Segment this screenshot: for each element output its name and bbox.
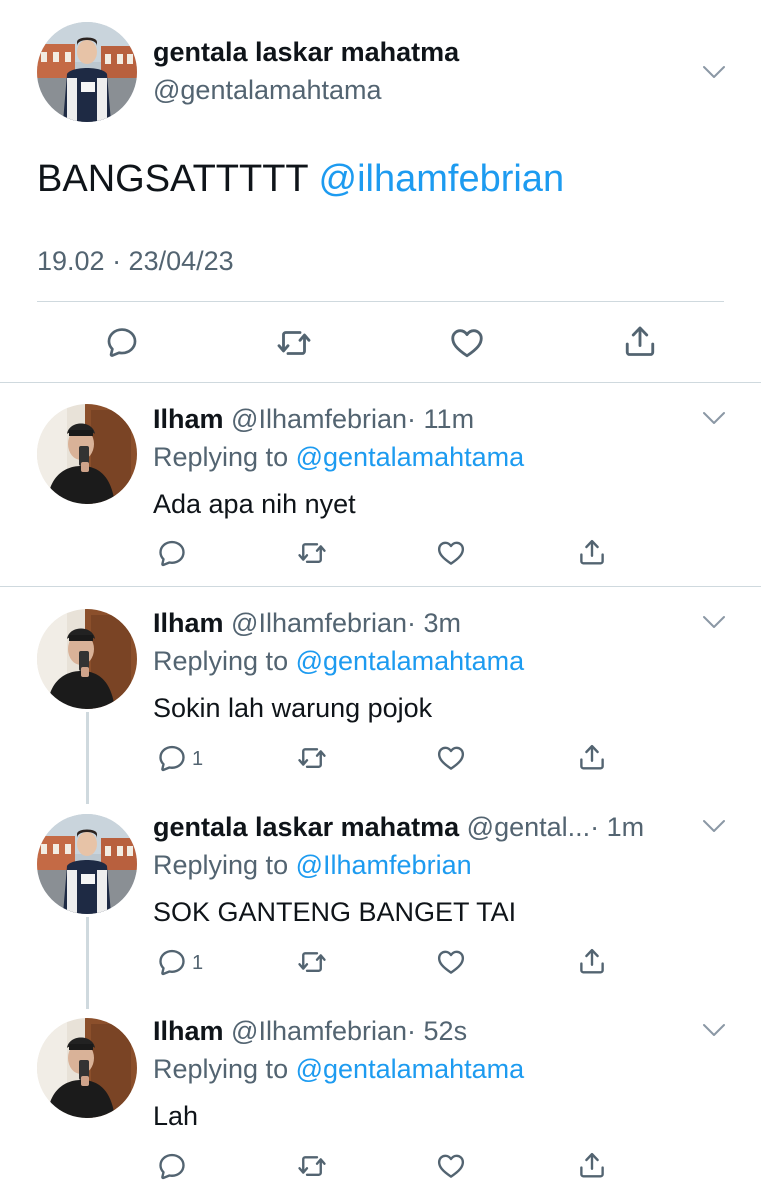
reply-text: Ada apa nih nyet	[153, 489, 356, 519]
reply-icon[interactable]	[157, 743, 187, 773]
reply-header: Ilham @Ilhamfebrian· 3m	[153, 608, 461, 639]
replying-label: Replying to	[153, 646, 289, 676]
author-name[interactable]: gentala laskar mahatma	[153, 812, 459, 842]
chevron-down-icon[interactable]	[703, 1023, 725, 1037]
chevron-down-icon[interactable]	[703, 65, 725, 79]
retweet-icon[interactable]	[297, 1151, 327, 1181]
retweet-icon[interactable]	[276, 325, 312, 361]
replying-label: Replying to	[153, 1054, 289, 1084]
chevron-down-icon[interactable]	[703, 819, 725, 833]
avatar[interactable]	[37, 1018, 137, 1118]
reply-header: gentala laskar mahatma @gental...· 1m	[153, 812, 644, 843]
like-icon[interactable]	[436, 538, 466, 568]
share-icon[interactable]	[577, 742, 607, 772]
mention-link[interactable]: @gentalamahtama	[296, 1054, 525, 1084]
replying-to: Replying to @gentalamahtama	[153, 1054, 524, 1085]
reply-text: SOK GANTENG BANGET TAI	[153, 897, 517, 927]
chevron-down-icon[interactable]	[703, 615, 725, 629]
like-icon[interactable]	[436, 947, 466, 977]
thread-line	[86, 712, 89, 804]
mention-link[interactable]: @ilhamfebrian	[319, 158, 565, 200]
replying-to: Replying to @gentalamahtama	[153, 442, 524, 473]
like-icon[interactable]	[436, 1151, 466, 1181]
replying-label: Replying to	[153, 442, 289, 472]
like-icon[interactable]	[436, 743, 466, 773]
like-icon[interactable]	[449, 325, 485, 361]
share-icon[interactable]	[577, 946, 607, 976]
mention-link[interactable]: @gentalamahtama	[296, 646, 525, 676]
reply-time[interactable]: · 1m	[590, 812, 644, 842]
reply-text: Lah	[153, 1101, 199, 1131]
mention-link[interactable]: @gentalamahtama	[296, 442, 525, 472]
reply-time[interactable]: · 11m	[407, 404, 474, 434]
reply-header: Ilham @Ilhamfebrian· 52s	[153, 1016, 467, 1047]
divider	[0, 586, 761, 587]
share-icon[interactable]	[577, 1150, 607, 1180]
author-handle[interactable]: @Ilhamfebrian	[231, 608, 407, 638]
reply-icon[interactable]	[157, 947, 187, 977]
share-icon[interactable]	[622, 323, 658, 359]
replying-to: Replying to @Ilhamfebrian	[153, 850, 472, 881]
author-name[interactable]: gentala laskar mahatma	[153, 37, 459, 68]
replying-to: Replying to @gentalamahtama	[153, 646, 524, 677]
reply-icon[interactable]	[157, 1151, 187, 1181]
reply-time[interactable]: · 52s	[407, 1016, 467, 1046]
reply-text: Sokin lah warung pojok	[153, 693, 433, 723]
reply-header: Ilham @Ilhamfebrian· 11m	[153, 404, 474, 435]
reply-icon[interactable]	[105, 325, 139, 359]
reply-time[interactable]: · 3m	[407, 608, 461, 638]
avatar[interactable]	[37, 609, 137, 709]
retweet-icon[interactable]	[297, 743, 327, 773]
author-handle[interactable]: @gentalamahtama	[153, 75, 382, 106]
divider	[37, 301, 724, 302]
timestamp[interactable]: 19.02 · 23/04/23	[37, 246, 234, 277]
reply-icon[interactable]	[157, 538, 187, 568]
author-handle[interactable]: @gental...	[467, 812, 590, 842]
retweet-icon[interactable]	[297, 947, 327, 977]
mention-link[interactable]: @Ilhamfebrian	[296, 850, 472, 880]
reply-count: 1	[192, 952, 204, 974]
author-handle[interactable]: @Ilhamfebrian	[231, 1016, 407, 1046]
tweet-text: BANGSATTTTT @ilhamfebrian	[37, 158, 564, 201]
author-name[interactable]: Ilham	[153, 608, 224, 638]
share-icon[interactable]	[577, 537, 607, 567]
author-name[interactable]: Ilham	[153, 1016, 224, 1046]
retweet-icon[interactable]	[297, 538, 327, 568]
divider	[0, 382, 761, 383]
author-name[interactable]: Ilham	[153, 404, 224, 434]
avatar[interactable]	[37, 814, 137, 914]
replying-label: Replying to	[153, 850, 289, 880]
thread-line	[86, 917, 89, 1009]
avatar[interactable]	[37, 22, 137, 122]
author-handle[interactable]: @Ilhamfebrian	[231, 404, 407, 434]
tweet-body: BANGSATTTTT	[37, 158, 308, 200]
chevron-down-icon[interactable]	[703, 411, 725, 425]
reply-count: 1	[192, 748, 204, 770]
avatar[interactable]	[37, 404, 137, 504]
